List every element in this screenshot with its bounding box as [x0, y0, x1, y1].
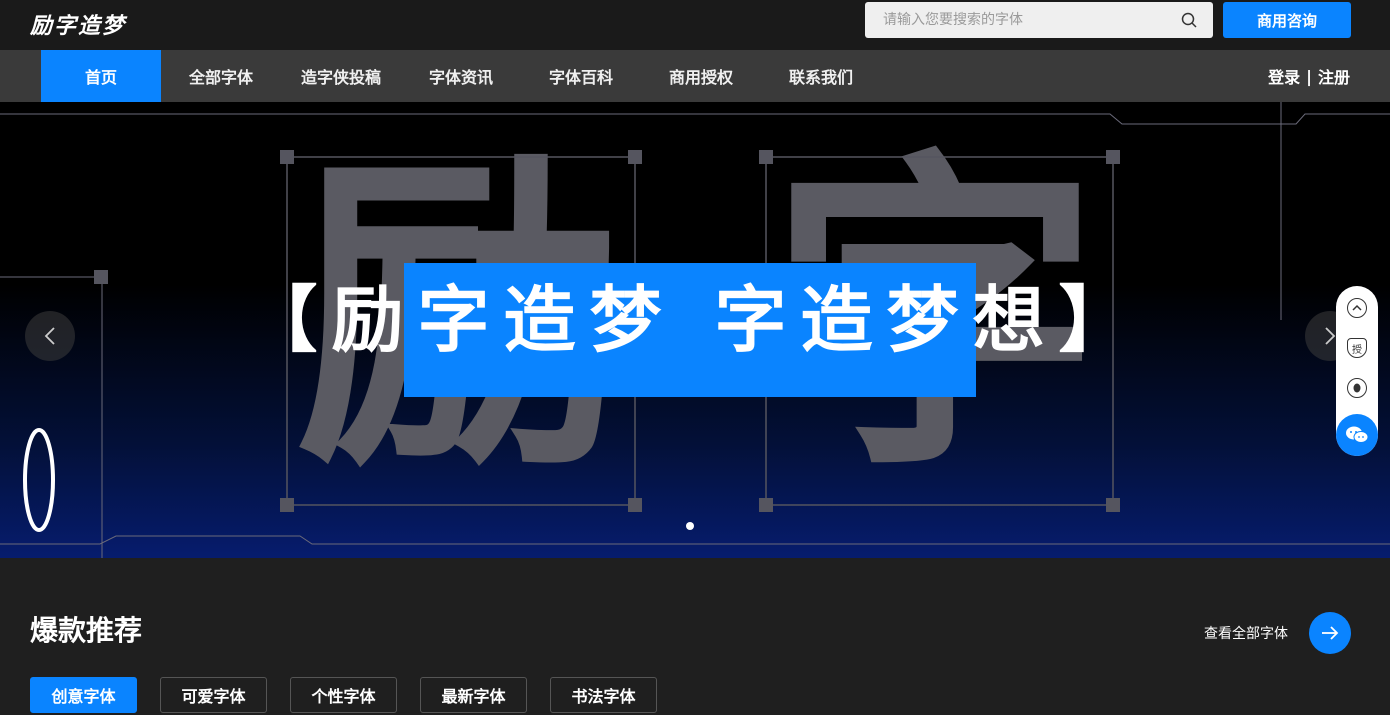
register-link[interactable]: 注册 [1318, 64, 1350, 88]
tab-personality[interactable]: 个性字体 [290, 677, 397, 713]
arrow-right-icon [1322, 626, 1339, 640]
carousel-dot[interactable] [686, 522, 694, 530]
authorize-glyph: 授 [1352, 344, 1362, 356]
nav-item-news[interactable]: 字体资讯 [401, 50, 521, 102]
nav-item-contact[interactable]: 联系我们 [761, 50, 881, 102]
hero-banner: 励 字 【励字造梦 字造梦想】 [0, 102, 1390, 558]
search-box [865, 2, 1213, 38]
floating-sidebar: 授 [1336, 286, 1378, 456]
banner-slogan: 【励字造梦 字造梦想】 [245, 278, 1145, 362]
carousel-prev-button[interactable] [25, 311, 75, 361]
section-title: 爆款推荐 [30, 614, 143, 647]
nav-item-wiki[interactable]: 字体百科 [521, 50, 641, 102]
login-link[interactable]: 登录 [1268, 64, 1300, 88]
qq-icon[interactable] [1347, 378, 1367, 398]
tab-creative[interactable]: 创意字体 [30, 677, 137, 713]
top-bar: 励字造梦 商用咨询 [0, 0, 1390, 50]
main-nav: 首页 全部字体 造字侠投稿 字体资讯 字体百科 商用授权 联系我们 登录 | 注… [0, 50, 1390, 102]
auth-separator: | [1306, 66, 1312, 86]
consult-button[interactable]: 商用咨询 [1223, 2, 1351, 38]
nav-item-home[interactable]: 首页 [41, 50, 161, 102]
chevron-right-icon [1325, 327, 1336, 345]
chevron-left-icon [44, 327, 55, 345]
wechat-icon[interactable] [1336, 414, 1378, 456]
nav-item-submit[interactable]: 造字侠投稿 [281, 50, 401, 102]
site-logo[interactable]: 励字造梦 [30, 8, 126, 40]
chevron-up-icon[interactable] [1347, 298, 1367, 318]
tab-calligraphy[interactable]: 书法字体 [550, 677, 657, 713]
search-icon[interactable] [1181, 12, 1197, 28]
view-all-fonts-link[interactable]: 查看全部字体 [1204, 623, 1288, 643]
search-input[interactable] [865, 2, 1165, 38]
auth-links: 登录 | 注册 [1268, 50, 1350, 102]
nav-item-all-fonts[interactable]: 全部字体 [161, 50, 281, 102]
tab-cute[interactable]: 可爱字体 [160, 677, 267, 713]
tab-latest[interactable]: 最新字体 [420, 677, 527, 713]
authorize-icon[interactable]: 授 [1347, 338, 1367, 358]
nav-item-license[interactable]: 商用授权 [641, 50, 761, 102]
view-all-arrow-button[interactable] [1309, 612, 1351, 654]
